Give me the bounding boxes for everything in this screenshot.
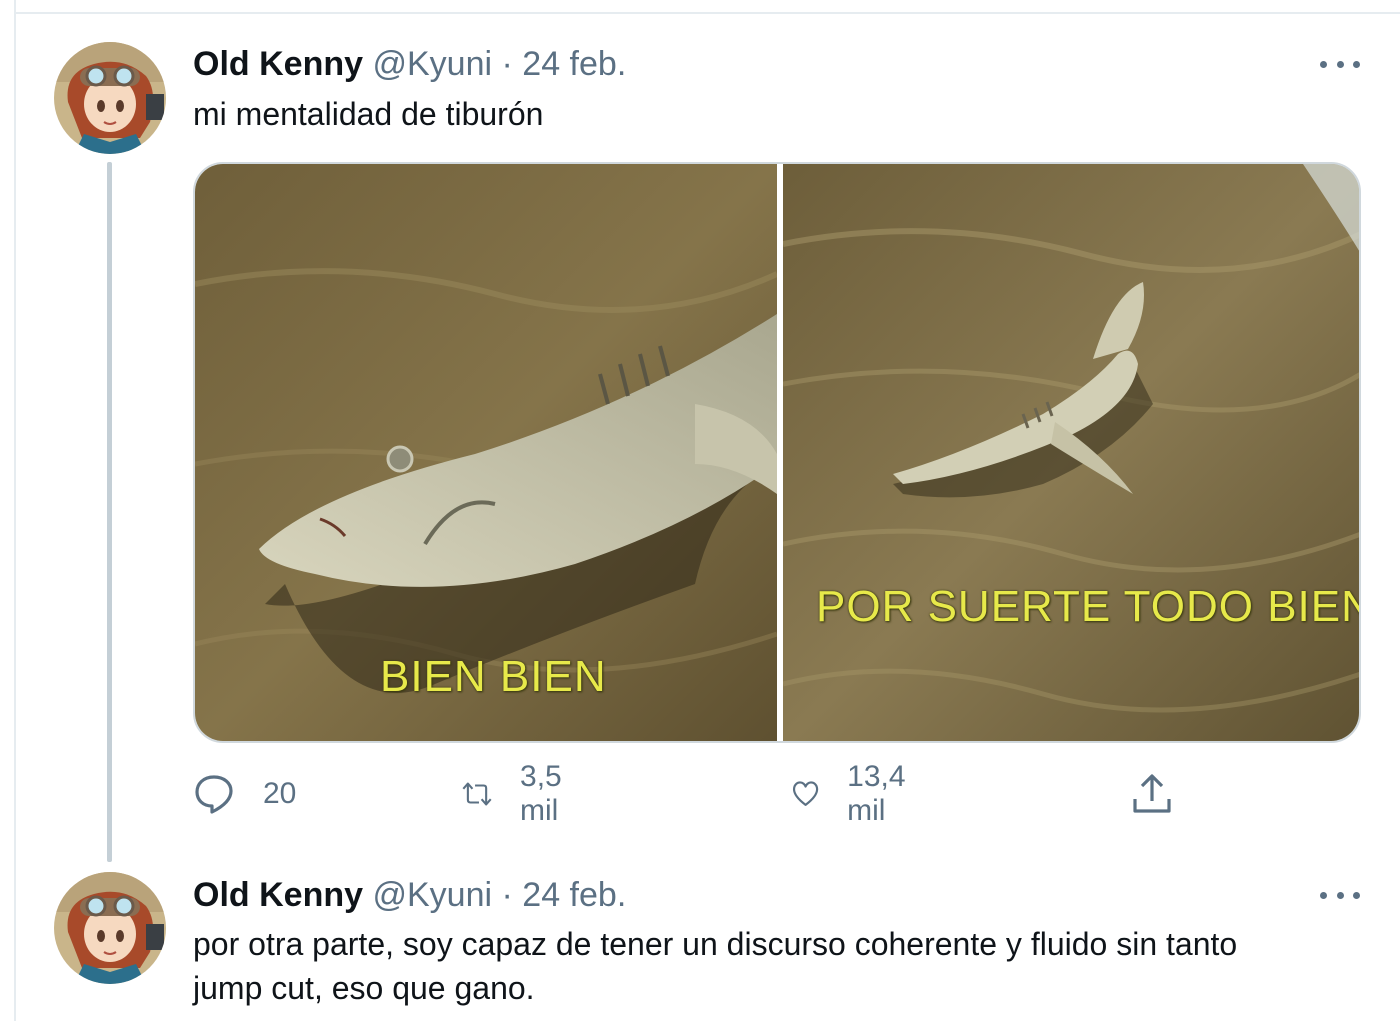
more-dots-icon[interactable] [1320,54,1360,74]
tweet-header: Old Kenny @Kyuni · 24 feb. [193,875,626,915]
avatar-image [54,42,166,154]
tweet-header: Old Kenny @Kyuni · 24 feb. [193,44,626,84]
like-button[interactable]: 13,4 mil [792,760,918,827]
avatar[interactable] [54,42,166,154]
shark-wide-image [783,164,1359,741]
tweet-text: mi mentalidad de tiburón [193,96,544,132]
share-upload-icon [1133,774,1171,813]
avatar-image [54,872,166,984]
media-caption-left: BIEN BIEN [380,652,607,701]
tweet-date[interactable]: 24 feb. [522,876,626,914]
like-count: 13,4 mil [847,760,906,827]
header-separator: · [501,876,513,914]
avatar[interactable] [54,872,166,984]
tweet-date[interactable]: 24 feb. [522,45,626,83]
tweet-media[interactable]: BIEN BIEN POR SUERTE TODO BIEN [193,162,1361,743]
reply-count: 20 [263,777,297,810]
user-handle[interactable]: @Kyuni [372,876,492,914]
user-handle[interactable]: @Kyuni [372,45,492,83]
display-name[interactable]: Old Kenny [193,876,363,914]
retweet-arrows-icon [462,782,492,806]
share-button[interactable] [1132,770,1172,818]
more-dots-icon[interactable] [1320,885,1360,905]
media-image-left[interactable]: BIEN BIEN [195,164,777,741]
header-separator: · [501,45,513,83]
thread-connector-line [107,162,112,862]
timeline-left-border [14,0,16,1021]
display-name[interactable]: Old Kenny [193,45,363,83]
retweet-button[interactable]: 3,5 mil [462,760,578,827]
comment-bubble-icon [195,775,233,814]
media-caption-right: POR SUERTE TODO BIEN [816,582,1361,631]
heart-icon [792,781,819,806]
timeline-top-border [14,12,1400,14]
tweet-text: por otra parte, soy capaz de tener un di… [193,926,1238,1006]
media-image-right[interactable]: POR SUERTE TODO BIEN [783,164,1361,741]
retweet-count: 3,5 mil [520,760,562,827]
reply-button[interactable]: 20 [193,770,296,818]
